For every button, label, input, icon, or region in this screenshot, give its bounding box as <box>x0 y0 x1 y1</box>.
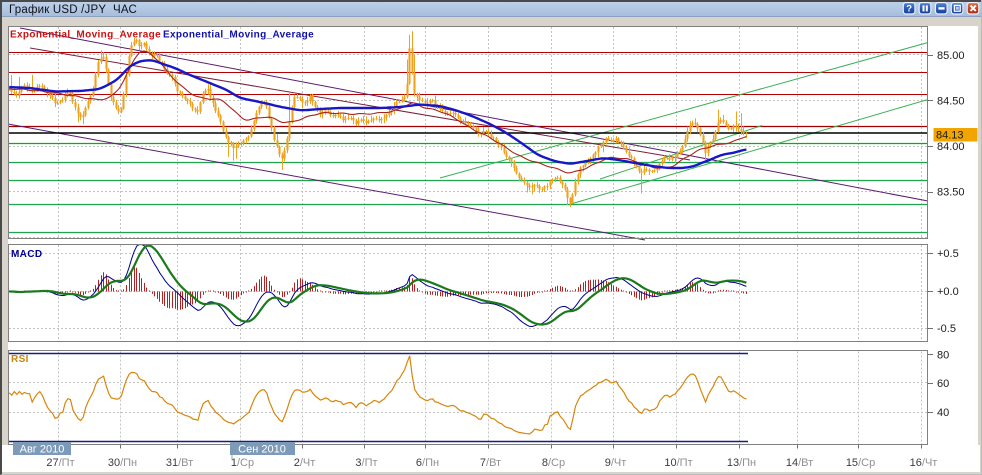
svg-text:16/Чт: 16/Чт <box>910 457 938 469</box>
svg-text:?: ? <box>906 3 912 14</box>
svg-text:MACD: MACD <box>11 249 42 260</box>
svg-text:Авг 2010: Авг 2010 <box>20 444 65 456</box>
svg-text:15/Ср: 15/Ср <box>846 457 875 469</box>
svg-text:84.50: 84.50 <box>937 95 965 107</box>
svg-text:RSI: RSI <box>11 354 29 365</box>
svg-text:3/Пт: 3/Пт <box>355 457 377 469</box>
svg-text:9/Чт: 9/Чт <box>605 457 627 469</box>
svg-text:Сен 2010: Сен 2010 <box>238 444 286 456</box>
svg-text:40: 40 <box>937 407 949 419</box>
svg-text:30/Пн: 30/Пн <box>108 457 137 469</box>
svg-text:8/Ср: 8/Ср <box>542 457 565 469</box>
svg-text:84.13: 84.13 <box>936 130 964 142</box>
svg-text:2/Чт: 2/Чт <box>294 457 316 469</box>
svg-text:84.00: 84.00 <box>937 141 965 153</box>
svg-text:27/Пт: 27/Пт <box>46 457 74 469</box>
svg-text:7/Вт: 7/Вт <box>480 457 501 469</box>
svg-text:60: 60 <box>937 378 949 390</box>
svg-text:14/Вт: 14/Вт <box>786 457 813 469</box>
svg-text:Exponential_Moving_Average: Exponential_Moving_Average <box>10 30 161 41</box>
svg-text:10/Пт: 10/Пт <box>664 457 692 469</box>
svg-text:85.00: 85.00 <box>937 50 965 62</box>
svg-text:1/Ср: 1/Ср <box>231 457 254 469</box>
svg-text:-0.5: -0.5 <box>937 323 956 335</box>
svg-text:6/Пн: 6/Пн <box>416 457 439 469</box>
svg-text:31/Вт: 31/Вт <box>166 457 193 469</box>
svg-text:13/Пн: 13/Пн <box>727 457 756 469</box>
svg-text:80: 80 <box>937 350 949 362</box>
svg-text:Exponential_Moving_Average: Exponential_Moving_Average <box>163 30 314 41</box>
svg-text:+0.5: +0.5 <box>937 248 959 260</box>
svg-text:+0.0: +0.0 <box>937 286 959 298</box>
svg-text:83.50: 83.50 <box>937 187 965 199</box>
